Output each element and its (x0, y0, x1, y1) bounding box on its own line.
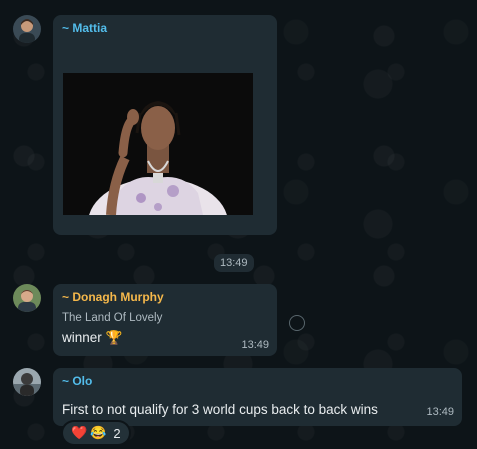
heart-icon: ❤️ (71, 425, 88, 440)
avatar-olo[interactable] (13, 368, 41, 396)
sender-name[interactable]: ~ Mattia (62, 21, 107, 35)
sender-name[interactable]: ~ Donagh Murphy (62, 290, 164, 304)
message-time: 13:49 (214, 254, 254, 272)
avatar-donagh-murphy[interactable] (13, 284, 41, 312)
gif-media[interactable] (63, 73, 253, 215)
message-bubble-donagh-murphy[interactable]: ~ Donagh Murphy The Land Of Lovely winne… (53, 284, 277, 356)
laughing-emoji-icon: 😂 (90, 425, 107, 440)
message-text: First to not qualify for 3 world cups ba… (62, 402, 378, 417)
reactions-bar[interactable]: ❤️ 😂 2 (63, 422, 129, 444)
react-icon[interactable] (289, 315, 305, 331)
message-time: 13:49 (241, 339, 269, 351)
message-bubble-olo[interactable]: ~ Olo First to not qualify for 3 world c… (53, 368, 462, 426)
reaction-count: 2 (113, 425, 121, 441)
sender-subtitle: The Land Of Lovely (62, 312, 163, 324)
avatar-mattia[interactable] (13, 15, 41, 43)
message-time: 13:49 (426, 406, 454, 418)
sender-name[interactable]: ~ Olo (62, 374, 92, 388)
message-text: winner 🏆 (62, 330, 123, 345)
message-bubble-mattia[interactable]: ~ Mattia (53, 15, 277, 235)
